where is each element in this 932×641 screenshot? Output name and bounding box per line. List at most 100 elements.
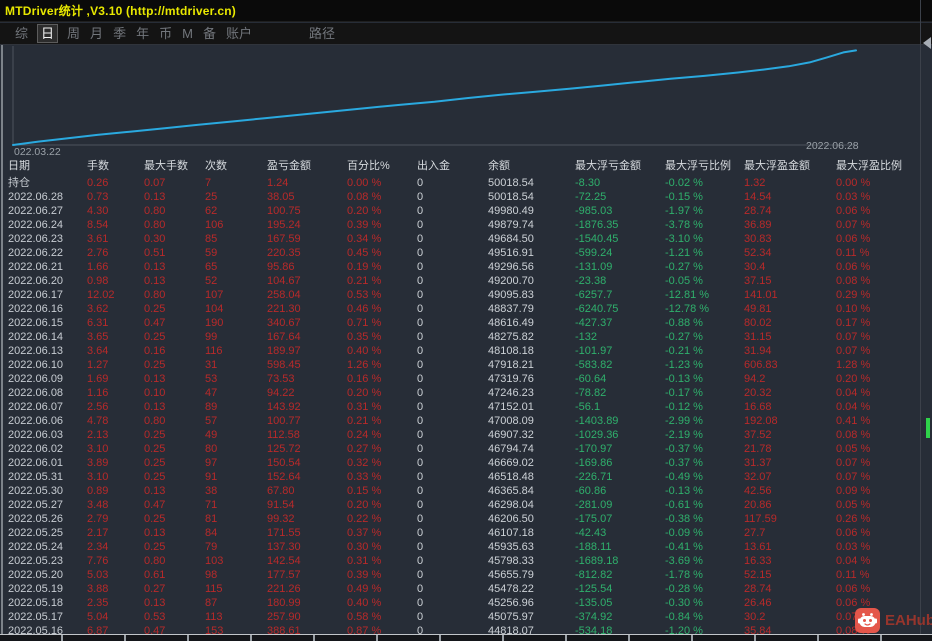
menu-item-2[interactable]: 日 — [37, 24, 59, 43]
table-cell: 0.20 % — [347, 387, 382, 399]
table-cell: -0.61 % — [665, 499, 703, 511]
table-cell: 257.90 — [267, 611, 301, 623]
table-row[interactable]: 2022.05.20 5.03 0.61 98 177.57 0.39 % 0 45655.7… — [0, 568, 932, 582]
table-row[interactable]: 2022.06.28 0.73 0.13 25 38.05 0.08 % 0 50018.54… — [0, 190, 932, 204]
scrollbar-indicator[interactable] — [926, 418, 930, 438]
table-row[interactable]: 2022.06.06 4.78 0.80 57 100.77 0.21 % 0 47008.0… — [0, 414, 932, 428]
table-cell: 0.04 % — [836, 401, 871, 413]
table-cell: -132 — [575, 331, 598, 343]
table-row[interactable]: 2022.05.17 5.04 0.53 113 257.90 0.58 % 0 45075.… — [0, 610, 932, 624]
menu-item-5[interactable]: 季 — [113, 25, 126, 42]
column-header[interactable]: 余额 — [488, 156, 575, 176]
table-cell: 0.25 — [144, 541, 166, 553]
table-cell: 0.25 — [144, 513, 166, 525]
table-cell: 46794.74 — [488, 443, 534, 455]
table-cell: 0.04 % — [836, 555, 871, 567]
table-cell: 59 — [205, 247, 218, 259]
column-header[interactable]: 手数 — [87, 156, 144, 176]
table-cell: 91 — [205, 471, 218, 483]
menu-item-11[interactable]: 路径 — [309, 25, 335, 42]
table-row[interactable]: 2022.06.01 3.89 0.25 97 150.54 0.32 % 0 46669.0… — [0, 456, 932, 470]
column-header[interactable]: 最大浮亏比例 — [665, 156, 744, 176]
table-cell: 0.00 % — [347, 177, 382, 189]
table-cell: 26.46 — [744, 597, 772, 609]
splitter-arrow-icon[interactable] — [923, 37, 931, 49]
table-row[interactable]: 2022.06.27 4.30 0.80 62 100.75 0.20 % 0 49980.4… — [0, 204, 932, 218]
table-cell: 0.25 — [144, 429, 166, 441]
menu-item-1[interactable]: 综 — [15, 25, 28, 42]
table-cell: 171.55 — [267, 527, 301, 539]
column-header[interactable]: 出入金 — [417, 156, 488, 176]
table-cell: 94.2 — [744, 373, 766, 385]
window-right-border — [920, 0, 921, 641]
table-row[interactable]: 2022.06.22 2.76 0.51 59 220.35 0.45 % 0 49516.9… — [0, 246, 932, 260]
table-cell: 0.25 — [144, 331, 166, 343]
table-cell: 0.05 % — [836, 443, 871, 455]
column-header[interactable]: 最大浮盈金额 — [744, 156, 836, 176]
table-cell: 125.72 — [267, 443, 301, 455]
table-row[interactable]: 2022.06.02 3.10 0.25 80 125.72 0.27 % 0 46794.7… — [0, 442, 932, 456]
menu-item-3[interactable]: 周 — [67, 25, 80, 42]
table-row[interactable]: 2022.06.07 2.56 0.13 89 143.92 0.31 % 0 47152.0… — [0, 400, 932, 414]
table-cell: -101.97 — [575, 345, 613, 357]
table-row[interactable]: 2022.05.24 2.34 0.25 79 137.30 0.30 % 0 45935.6… — [0, 540, 932, 554]
table-row[interactable]: 持仓 0.26 0.07 7 1.24 0.00 % 0 50018.54 -8.30 -0.02… — [0, 176, 932, 190]
table-cell: 0.80 — [144, 415, 166, 427]
table-cell: 0.21 % — [347, 275, 382, 287]
table-cell: 2022.05.24 — [8, 541, 64, 553]
table-cell: 606.83 — [744, 359, 778, 371]
table-cell: 0 — [417, 443, 424, 455]
table-cell: -0.15 % — [665, 191, 703, 203]
table-row[interactable]: 2022.05.31 3.10 0.25 91 152.64 0.33 % 0 46518.4… — [0, 470, 932, 484]
table-cell: 73.53 — [267, 373, 295, 385]
column-header[interactable]: 百分比% — [347, 156, 417, 176]
table-row[interactable]: 2022.06.24 8.54 0.80 106 195.24 0.39 % 0 49879.… — [0, 218, 932, 232]
table-row[interactable]: 2022.06.15 6.31 0.47 190 340.67 0.71 % 0 48616.… — [0, 316, 932, 330]
column-header[interactable]: 最大浮亏金额 — [575, 156, 665, 176]
table-cell: 1.26 % — [347, 359, 382, 371]
menu-item-8[interactable]: M — [182, 25, 193, 42]
table-cell: 持仓 — [8, 177, 30, 189]
table-row[interactable]: 2022.06.09 1.69 0.13 53 73.53 0.16 % 0 47319.76… — [0, 372, 932, 386]
menu-item-10[interactable]: 账户 — [226, 25, 252, 42]
table-cell: -1.21 % — [665, 247, 703, 259]
table-row[interactable]: 2022.05.30 0.89 0.13 38 67.80 0.15 % 0 46365.84… — [0, 484, 932, 498]
table-row[interactable]: 2022.05.25 2.17 0.13 84 171.55 0.37 % 0 46107.1… — [0, 526, 932, 540]
table-cell: 0.09 % — [836, 485, 871, 497]
column-header[interactable]: 最大手数 — [144, 156, 205, 176]
table-row[interactable]: 2022.06.14 3.65 0.25 99 167.64 0.35 % 0 48275.8… — [0, 330, 932, 344]
table-row[interactable]: 2022.06.20 0.98 0.13 52 104.67 0.21 % 0 49200.7… — [0, 274, 932, 288]
menu-item-4[interactable]: 月 — [90, 25, 103, 42]
column-header[interactable]: 日期 — [8, 156, 87, 176]
menu-item-7[interactable]: 币 — [159, 25, 172, 42]
table-cell: 49879.74 — [488, 219, 534, 231]
table-cell: 0.13 — [144, 191, 166, 203]
table-cell: 106 — [205, 219, 224, 231]
table-row[interactable]: 2022.06.03 2.13 0.25 49 112.58 0.24 % 0 46907.3… — [0, 428, 932, 442]
table-cell: 16.33 — [744, 555, 772, 567]
table-row[interactable]: 2022.06.13 3.64 0.16 116 189.97 0.40 % 0 48108.… — [0, 344, 932, 358]
table-row[interactable]: 2022.06.08 1.16 0.10 47 94.22 0.20 % 0 47246.23… — [0, 386, 932, 400]
table-row[interactable]: 2022.06.21 1.66 0.13 65 95.86 0.19 % 0 49296.56… — [0, 260, 932, 274]
table-row[interactable]: 2022.05.18 2.35 0.13 87 180.99 0.40 % 0 45256.9… — [0, 596, 932, 610]
table-row[interactable]: 2022.05.26 2.79 0.25 81 99.32 0.22 % 0 46206.50… — [0, 512, 932, 526]
table-cell: 0 — [417, 261, 424, 273]
menu-item-9[interactable]: 备 — [203, 25, 216, 42]
table-cell: -0.17 % — [665, 387, 703, 399]
table-row[interactable]: 2022.05.27 3.48 0.47 71 91.54 0.20 % 0 46298.04… — [0, 498, 932, 512]
table-cell: 47918.21 — [488, 359, 534, 371]
table-row[interactable]: 2022.06.16 3.62 0.25 104 221.30 0.46 % 0 48837.… — [0, 302, 932, 316]
table-cell: 20.86 — [744, 499, 772, 511]
table-cell: 52.15 — [744, 569, 772, 581]
menu-item-6[interactable]: 年 — [136, 25, 149, 42]
column-header[interactable]: 次数 — [205, 156, 267, 176]
column-header[interactable]: 最大浮盈比例 — [836, 156, 932, 176]
table-cell: 49 — [205, 429, 218, 441]
table-row[interactable]: 2022.05.23 7.76 0.80 103 142.54 0.31 % 0 45798.… — [0, 554, 932, 568]
table-row[interactable]: 2022.06.10 1.27 0.25 31 598.45 1.26 % 0 47918.2… — [0, 358, 932, 372]
table-cell: 0.06 % — [836, 583, 871, 595]
table-row[interactable]: 2022.05.19 3.88 0.27 115 221.26 0.49 % 0 45478.… — [0, 582, 932, 596]
column-header[interactable]: 盈亏金额 — [267, 156, 347, 176]
table-row[interactable]: 2022.06.17 12.02 0.80 107 258.04 0.53 % 0 49095… — [0, 288, 932, 302]
table-row[interactable]: 2022.06.23 3.61 0.30 85 167.59 0.34 % 0 49684.5… — [0, 232, 932, 246]
